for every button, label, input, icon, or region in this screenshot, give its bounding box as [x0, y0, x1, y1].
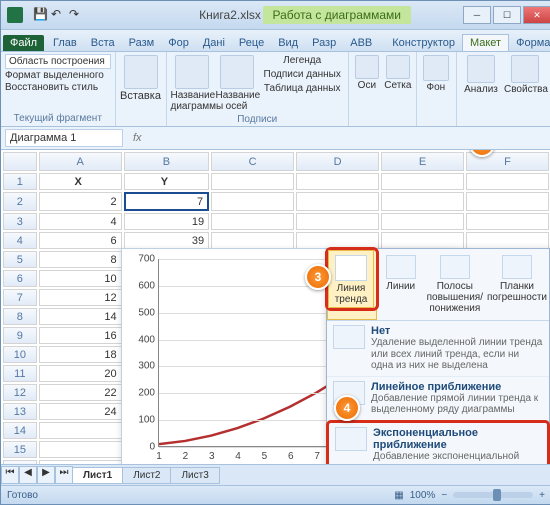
dd-head-error[interactable]: Планки погрешности	[485, 249, 549, 320]
dd-head-lines[interactable]: Линии	[377, 249, 425, 320]
tab-nav-next[interactable]: ▶	[37, 466, 55, 484]
sheet-tab-2[interactable]: Лист2	[122, 467, 171, 484]
dd-option-1[interactable]: Линейное приближениеДобавление прямой ли…	[327, 377, 549, 421]
data-labels-button[interactable]: Подписи данных	[261, 68, 344, 81]
tab-formulas[interactable]: Фор	[161, 35, 196, 51]
zoom-out[interactable]: −	[441, 490, 447, 501]
tab-view[interactable]: Вид	[271, 35, 305, 51]
context-tab-label: Работа с диаграммами	[263, 6, 412, 24]
background-button[interactable]: Фон	[421, 54, 451, 93]
tab-layout[interactable]: Разм	[122, 35, 162, 51]
tab-insert[interactable]: Вста	[84, 35, 122, 51]
format-selection[interactable]: Формат выделенного	[5, 70, 111, 81]
zoom-value: 100%	[410, 490, 436, 501]
group-label: Подписи	[171, 112, 344, 125]
chart-title-button[interactable]: Название диаграммы	[171, 54, 213, 112]
trend-option-icon	[333, 325, 365, 349]
analysis-button[interactable]: Анализ	[461, 54, 501, 95]
tab-abbyy[interactable]: ABB	[343, 35, 379, 51]
ribbon: Область построения Формат выделенного Во…	[1, 52, 550, 127]
gridlines-button[interactable]: Сетка	[384, 54, 412, 91]
reset-style[interactable]: Восстановить стиль	[5, 82, 111, 93]
tab-nav-first[interactable]: ⏮	[1, 466, 19, 484]
worksheet[interactable]: ABCDEF1XY2273419463958676101037121478141…	[1, 150, 550, 464]
tab-review[interactable]: Реце	[232, 35, 271, 51]
sheet-tabs: ⏮◀▶⏭ Лист1 Лист2 Лист3	[1, 464, 550, 485]
error-icon	[502, 255, 532, 279]
axes-icon	[355, 55, 379, 79]
status-text: Готово	[7, 490, 38, 501]
tab-data[interactable]: Дані	[196, 35, 232, 51]
wall-icon	[423, 55, 449, 81]
ribbon-tabs: Файл Глав Вста Разм Фор Дані Реце Вид Ра…	[1, 30, 550, 52]
axes-button[interactable]: Оси	[353, 54, 381, 91]
quick-access[interactable]: 💾↶↷	[33, 7, 85, 23]
fx-icon[interactable]: fx	[127, 132, 148, 144]
trendline-button[interactable]: Линия тренда	[328, 250, 374, 308]
trendline-icon	[335, 255, 367, 281]
title-bar: 💾↶↷ Книга2.xlsx - Microsoft Excel Работа…	[1, 1, 550, 30]
picture-icon	[124, 55, 158, 89]
formula-bar: Диаграмма 1 fx	[1, 127, 550, 150]
tab-home[interactable]: Глав	[46, 35, 84, 51]
tab-nav-prev[interactable]: ◀	[19, 466, 37, 484]
properties-button[interactable]: Свойства	[504, 54, 546, 95]
minimize-button[interactable]: ─	[463, 6, 491, 24]
tab-layout-chart[interactable]: Макет	[462, 34, 509, 51]
tab-nav-last[interactable]: ⏭	[55, 466, 73, 484]
bars-icon	[440, 255, 470, 279]
axis-title-button[interactable]: Название осей	[216, 54, 258, 112]
zoom-slider[interactable]	[453, 492, 533, 498]
sheet-tab-3[interactable]: Лист3	[170, 467, 219, 484]
tab-dev[interactable]: Разр	[305, 35, 343, 51]
dd-option-2[interactable]: Экспоненциальное приближениеДобавление э…	[326, 420, 550, 465]
status-bar: Готово ▦ 100% − +	[1, 485, 550, 504]
properties-icon	[511, 55, 539, 83]
zoom-in[interactable]: +	[539, 490, 545, 501]
view-normal-icon[interactable]: ▦	[394, 490, 403, 501]
dd-head-bars[interactable]: Полосы повышения/понижения	[425, 249, 485, 320]
close-button[interactable]: ✕	[523, 6, 550, 24]
legend-button[interactable]: Легенда	[261, 54, 344, 67]
name-box[interactable]: Диаграмма 1	[5, 129, 123, 147]
chart-title-icon	[175, 55, 209, 89]
app-icon	[7, 7, 23, 23]
tab-file[interactable]: Файл	[3, 35, 44, 51]
maximize-button[interactable]: ☐	[493, 6, 521, 24]
insert-button[interactable]: Вставка	[120, 54, 162, 102]
callout-3: 3	[305, 264, 331, 290]
data-table-button[interactable]: Таблица данных	[261, 82, 344, 95]
tab-design[interactable]: Конструктор	[385, 35, 462, 51]
callout-4: 4	[334, 395, 360, 421]
dd-option-0[interactable]: НетУдаление выделенной линии тренда или …	[327, 321, 549, 377]
selection-box[interactable]: Область построения	[5, 54, 111, 69]
trend-option-icon	[335, 427, 367, 451]
analysis-icon	[467, 55, 495, 83]
axis-title-icon	[220, 55, 254, 89]
group-label: Текущий фрагмент	[5, 111, 111, 124]
lines-icon	[386, 255, 416, 279]
grid-icon	[386, 55, 410, 79]
sheet-tab-1[interactable]: Лист1	[72, 467, 123, 484]
tab-format[interactable]: Формат	[509, 35, 550, 51]
